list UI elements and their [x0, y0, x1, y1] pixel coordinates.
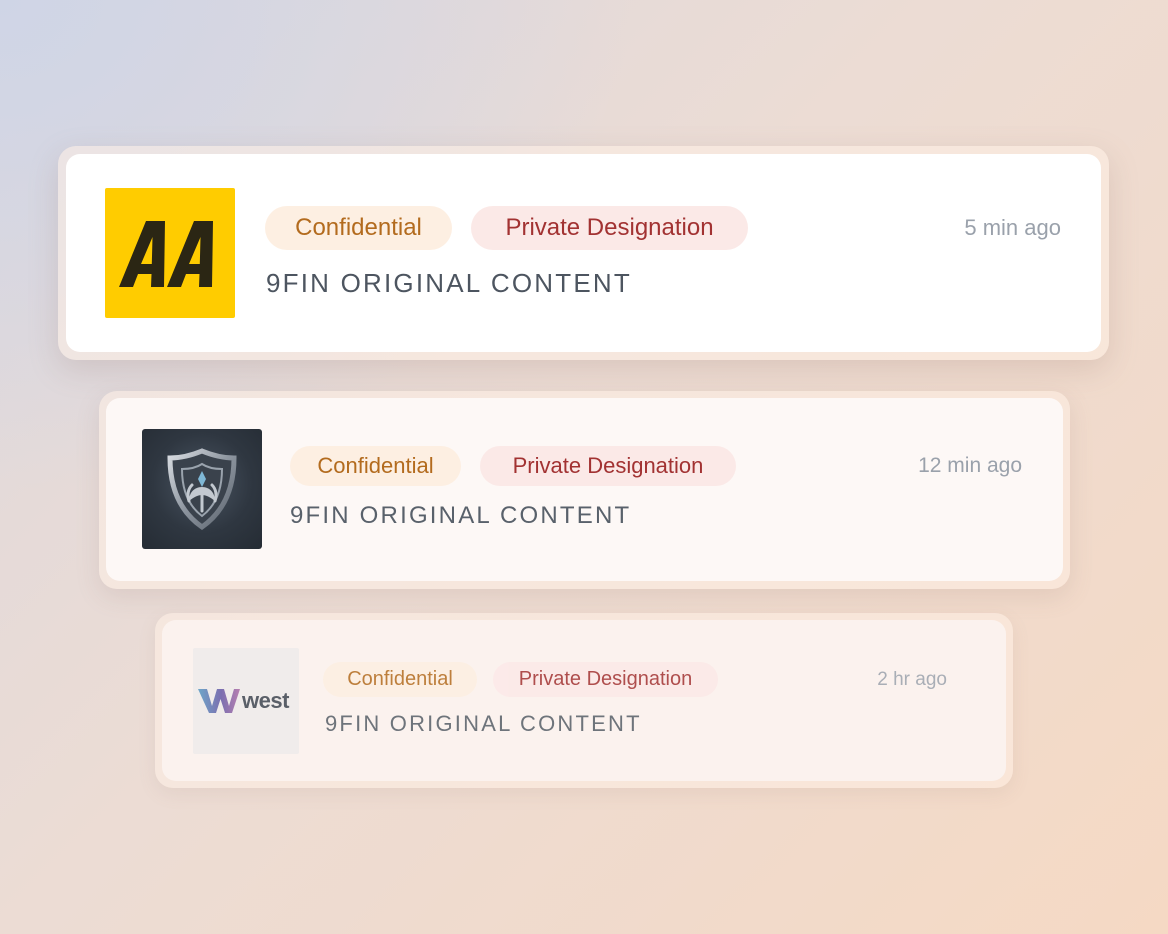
content-source-label: 9FIN ORIGINAL CONTENT [325, 711, 642, 736]
timestamp: 5 min ago [964, 215, 1061, 240]
timestamp: 12 min ago [918, 454, 1022, 477]
shield-logo-icon [142, 429, 262, 549]
notification-card-wrapper: west Confidential Private Designation 9F… [155, 613, 1013, 788]
notification-card-wrapper: Confidential Private Designation 9FIN OR… [58, 146, 1109, 360]
notification-card[interactable]: west Confidential Private Designation 9F… [162, 620, 1006, 781]
private-designation-badge[interactable]: Private Designation [471, 206, 748, 250]
private-designation-badge[interactable]: Private Designation [493, 662, 718, 697]
west-logo-icon: west [193, 648, 299, 754]
west-logo-text: west [242, 688, 289, 713]
aa-logo-icon [105, 188, 235, 318]
private-designation-badge[interactable]: Private Designation [480, 446, 736, 486]
timestamp: 2 hr ago [877, 669, 947, 690]
notification-card[interactable]: Confidential Private Designation 9FIN OR… [66, 154, 1101, 352]
confidential-badge[interactable]: Confidential [323, 662, 477, 697]
content-source-label: 9FIN ORIGINAL CONTENT [290, 502, 632, 529]
notification-card-wrapper: Confidential Private Designation 9FIN OR… [99, 391, 1070, 589]
confidential-badge[interactable]: Confidential [265, 206, 452, 250]
content-source-label: 9FIN ORIGINAL CONTENT [266, 268, 632, 298]
notification-feed: { "notifications": [ { "logo": { "icon":… [0, 0, 1168, 934]
notification-card[interactable]: Confidential Private Designation 9FIN OR… [106, 398, 1063, 581]
confidential-badge[interactable]: Confidential [290, 446, 461, 486]
